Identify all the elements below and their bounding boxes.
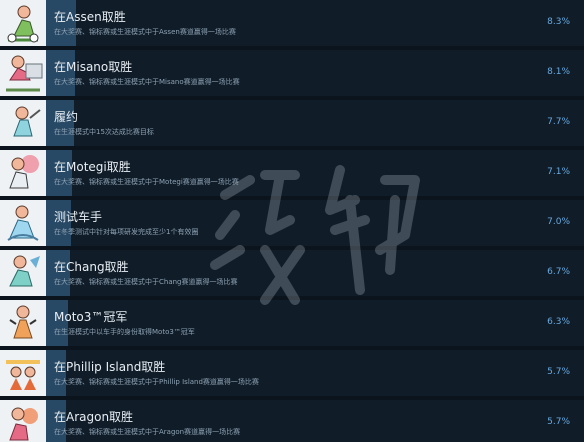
achievement-icon [0, 100, 46, 146]
achievement-description: 在大奖赛、锦标赛或生涯模式中于Aragon赛道赢得一场比赛 [54, 428, 241, 436]
achievement-icon [0, 400, 46, 442]
achievement-title: 在Chang取胜 [54, 260, 129, 274]
achievement-icon [0, 0, 46, 46]
achievement-description: 在生涯模式中15次达成比赛目标 [54, 128, 154, 136]
achievement-row[interactable]: 在Chang取胜 在大奖赛、锦标赛或生涯模式中于Chang赛道赢得一场比赛 6.… [0, 250, 584, 296]
achievement-row[interactable]: 在Motegi取胜 在大奖赛、锦标赛或生涯模式中于Motegi赛道赢得一场比赛 … [0, 150, 584, 196]
achievement-row[interactable]: 履约 在生涯模式中15次达成比赛目标 7.7% [0, 100, 584, 146]
unlock-percent: 5.7% [547, 417, 570, 427]
achievement-description: 在冬季测试中针对每项研发完成至少1个有效圈 [54, 228, 199, 236]
achievement-row[interactable]: 在Assen取胜 在大奖赛、锦标赛或生涯模式中于Assen赛道赢得一场比赛 8.… [0, 0, 584, 46]
achievement-title: 在Phillip Island取胜 [54, 360, 166, 374]
unlock-percent: 8.3% [547, 17, 570, 27]
achievement-icon [0, 300, 46, 346]
achievement-description: 在生涯模式中以车手的身份取得Moto3™冠军 [54, 328, 195, 336]
achievement-row[interactable]: 在Aragon取胜 在大奖赛、锦标赛或生涯模式中于Aragon赛道赢得一场比赛 … [0, 400, 584, 442]
achievement-icon [0, 350, 46, 396]
rider-cartoon-icon [0, 300, 46, 346]
achievement-row[interactable]: 在Misano取胜 在大奖赛、锦标赛或生涯模式中于Misano赛道赢得一场比赛 … [0, 50, 584, 96]
achievement-title: 在Misano取胜 [54, 60, 133, 74]
achievement-title: 履约 [54, 110, 79, 124]
rider-cartoon-icon [0, 100, 46, 146]
achievement-title: 在Aragon取胜 [54, 410, 134, 424]
achievement-icon [0, 250, 46, 296]
rider-cartoon-icon [0, 250, 46, 296]
rider-cartoon-icon [0, 50, 46, 96]
achievement-description: 在大奖赛、锦标赛或生涯模式中于Motegi赛道赢得一场比赛 [54, 178, 239, 186]
achievement-description: 在大奖赛、锦标赛或生涯模式中于Phillip Island赛道赢得一场比赛 [54, 378, 259, 386]
unlock-percent: 5.7% [547, 367, 570, 377]
achievement-icon [0, 50, 46, 96]
unlock-percent: 7.0% [547, 217, 570, 227]
unlock-percent: 7.1% [547, 167, 570, 177]
achievement-title: 在Assen取胜 [54, 10, 126, 24]
achievement-row[interactable]: 测试车手 在冬季测试中针对每项研发完成至少1个有效圈 7.0% [0, 200, 584, 246]
unlock-percent: 7.7% [547, 117, 570, 127]
achievement-row[interactable]: Moto3™冠军 在生涯模式中以车手的身份取得Moto3™冠军 6.3% [0, 300, 584, 346]
achievement-icon [0, 150, 46, 196]
achievement-title: Moto3™冠军 [54, 310, 128, 324]
achievement-list: 在Assen取胜 在大奖赛、锦标赛或生涯模式中于Assen赛道赢得一场比赛 8.… [0, 0, 584, 442]
unlock-percent: 6.7% [547, 267, 570, 277]
achievement-description: 在大奖赛、锦标赛或生涯模式中于Misano赛道赢得一场比赛 [54, 78, 240, 86]
achievement-icon [0, 200, 46, 246]
rider-cartoon-icon [0, 200, 46, 246]
rider-cartoon-icon [0, 0, 46, 46]
rider-cartoon-icon [0, 150, 46, 196]
rider-cartoon-icon [0, 400, 46, 442]
achievement-title: 在Motegi取胜 [54, 160, 131, 174]
achievement-title: 测试车手 [54, 210, 103, 224]
achievement-description: 在大奖赛、锦标赛或生涯模式中于Assen赛道赢得一场比赛 [54, 28, 236, 36]
achievement-description: 在大奖赛、锦标赛或生涯模式中于Chang赛道赢得一场比赛 [54, 278, 238, 286]
unlock-percent: 6.3% [547, 317, 570, 327]
achievement-row[interactable]: 在Phillip Island取胜 在大奖赛、锦标赛或生涯模式中于Phillip… [0, 350, 584, 396]
unlock-percent: 8.1% [547, 67, 570, 77]
rider-cartoon-icon [0, 350, 46, 396]
